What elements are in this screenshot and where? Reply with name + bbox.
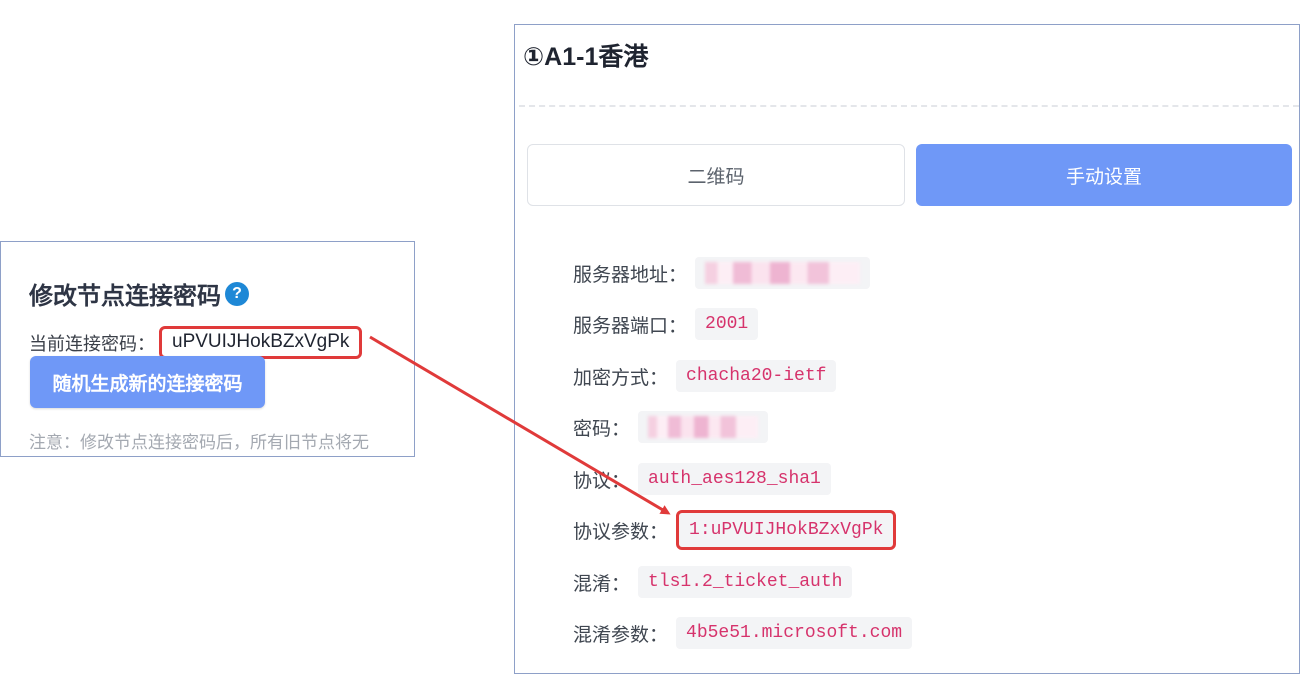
- server-address-label: 服务器地址：: [573, 264, 688, 286]
- current-password-value: uPVUIJHokBZxVgPk: [159, 326, 363, 359]
- current-password-label: 当前连接密码：: [29, 333, 155, 354]
- row-encryption: 加密方式： chacha20-ietf: [573, 359, 837, 393]
- protocol-value: auth_aes128_sha1: [638, 463, 831, 495]
- row-obfs-param: 混淆参数： 4b5e51.microsoft.com: [573, 616, 913, 650]
- node-detail-panel: ①A1-1香港 二维码 手动设置 服务器地址： 服务器端口： 2001 加密方式…: [514, 24, 1300, 674]
- obfs-value: tls1.2_ticket_auth: [638, 566, 853, 598]
- password-label: 密码：: [573, 418, 631, 440]
- help-icon[interactable]: ?: [225, 281, 249, 306]
- row-password: 密码：: [573, 410, 769, 444]
- tab-qrcode[interactable]: 二维码: [527, 144, 905, 206]
- generate-password-button[interactable]: 随机生成新的连接密码: [30, 356, 265, 408]
- obfs-param-label: 混淆参数：: [573, 624, 669, 646]
- encryption-label: 加密方式：: [573, 367, 669, 389]
- row-obfs: 混淆： tls1.2_ticket_auth: [573, 565, 853, 599]
- server-address-value: [695, 256, 871, 290]
- obfs-label: 混淆：: [573, 573, 631, 595]
- protocol-label: 协议：: [573, 470, 631, 492]
- masked-value: [705, 261, 861, 284]
- server-port-label: 服务器端口：: [573, 315, 688, 337]
- protocol-param-value: 1:uPVUIJHokBZxVgPk: [676, 510, 897, 550]
- encryption-value: chacha20-ietf: [676, 360, 837, 392]
- masked-value: [648, 415, 759, 438]
- password-settings-panel: 修改节点连接密码 ? 当前连接密码： uPVUIJHokBZxVgPk 随机生成…: [0, 241, 415, 457]
- panel-title-text: 修改节点连接密码: [29, 283, 221, 310]
- server-port-value: 2001: [695, 308, 759, 340]
- row-server-address: 服务器地址：: [573, 256, 871, 290]
- password-value: [638, 410, 769, 444]
- row-protocol-param: 协议参数： 1:uPVUIJHokBZxVgPk: [573, 510, 897, 550]
- current-password-row: 当前连接密码： uPVUIJHokBZxVgPk: [29, 326, 363, 359]
- node-title: ①A1-1香港: [523, 43, 649, 71]
- panel-title: 修改节点连接密码 ?: [29, 276, 249, 311]
- tab-manual-settings[interactable]: 手动设置: [916, 144, 1292, 206]
- row-protocol: 协议： auth_aes128_sha1: [573, 462, 831, 496]
- protocol-param-label: 协议参数：: [573, 521, 669, 543]
- obfs-param-value: 4b5e51.microsoft.com: [676, 617, 913, 649]
- row-server-port: 服务器端口： 2001: [573, 307, 759, 341]
- warning-note: 注意：修改节点连接密码后，所有旧节点将无: [29, 433, 369, 452]
- divider: [519, 105, 1299, 107]
